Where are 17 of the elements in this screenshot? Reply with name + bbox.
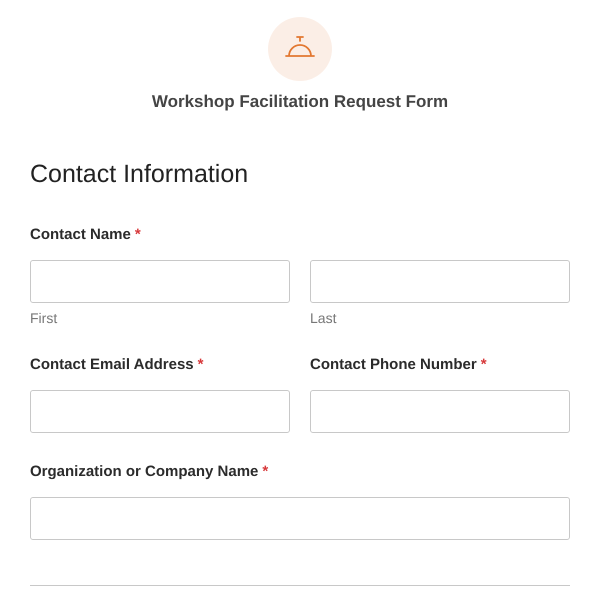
required-mark: * [198, 356, 204, 372]
field-label: Contact Email Address [30, 356, 194, 372]
sublabel: Last [310, 308, 338, 328]
input-field[interactable] [30, 496, 570, 540]
field-label: Organization or Company Name [30, 462, 258, 480]
input-field[interactable] [310, 390, 570, 432]
required-mark: * [480, 356, 487, 372]
required-mark: * [262, 462, 268, 480]
field-label: Contact Phone Number [310, 356, 477, 372]
required-mark: * [134, 226, 141, 242]
section-heading: Contact Information [30, 158, 250, 190]
form-title: Workshop Facilitation Request Form [152, 91, 448, 113]
field-label: Contact Name [30, 226, 131, 242]
input-field[interactable] [310, 260, 570, 302]
sublabel: First [30, 308, 58, 328]
input-field[interactable] [30, 260, 290, 302]
input-field[interactable] [30, 390, 290, 432]
